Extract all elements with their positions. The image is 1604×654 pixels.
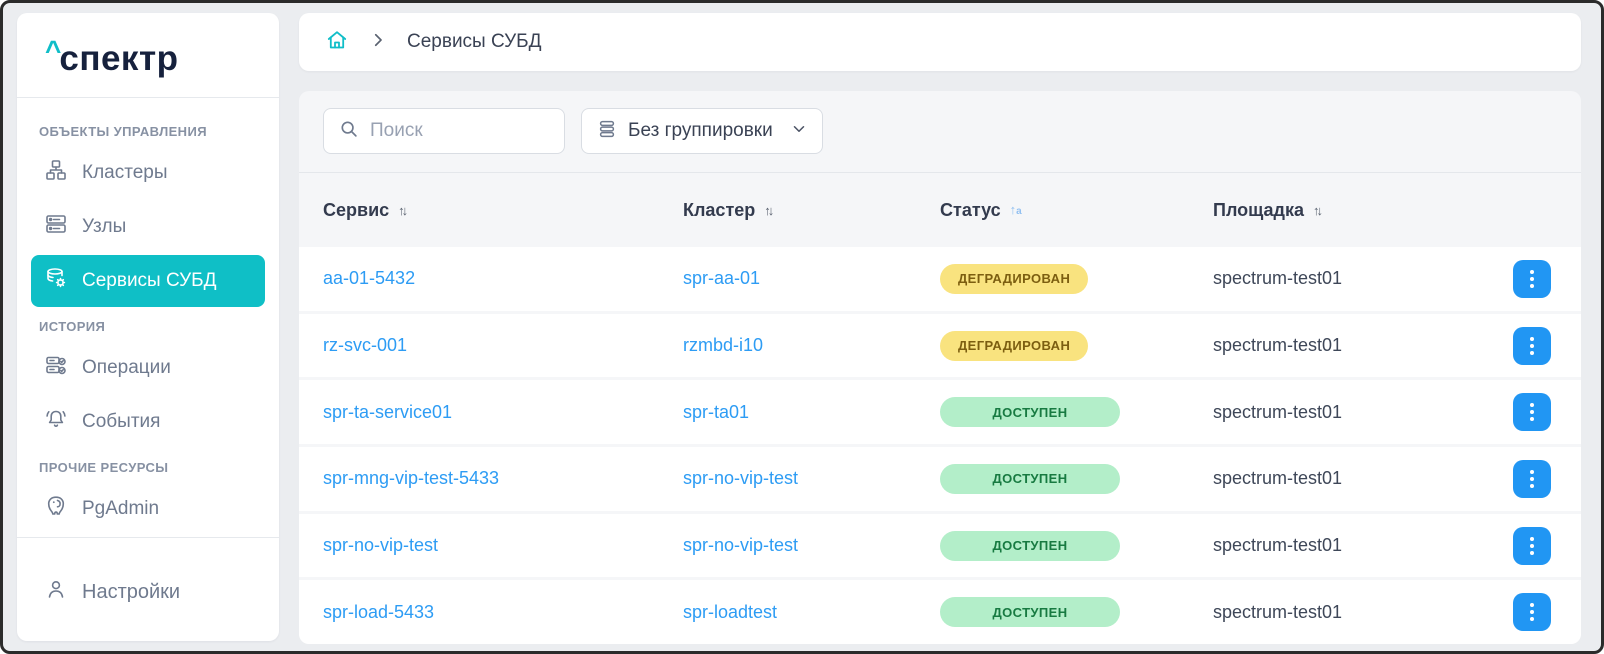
service-link[interactable]: spr-ta-service01 [323, 402, 683, 423]
operations-icon [44, 353, 68, 383]
sidebar-nav: ОБЪЕКТЫ УПРАВЛЕНИЯ Кластеры Узлы Сервисы… [17, 98, 279, 537]
cluster-link[interactable]: spr-no-vip-test [683, 468, 940, 489]
sort-asc-icon: ↑a [1009, 202, 1022, 217]
cluster-link[interactable]: rzmbd-i10 [683, 335, 940, 356]
site-value: spectrum-test01 [1213, 468, 1343, 489]
sidebar: ^спектр ОБЪЕКТЫ УПРАВЛЕНИЯ Кластеры Узлы… [17, 13, 279, 641]
app-logo: ^спектр [17, 13, 279, 98]
events-icon [44, 407, 68, 437]
row-actions-button[interactable] [1513, 393, 1551, 432]
cluster-link[interactable]: spr-aa-01 [683, 268, 940, 289]
site-value: spectrum-test01 [1213, 335, 1343, 355]
row-actions-button[interactable] [1513, 259, 1551, 298]
db-services-icon [44, 266, 68, 296]
column-header-service[interactable]: Сервис ↑↓ [323, 200, 683, 221]
sidebar-item-pgadmin[interactable]: PgAdmin [31, 483, 265, 535]
app-window: ^спектр ОБЪЕКТЫ УПРАВЛЕНИЯ Кластеры Узлы… [0, 0, 1604, 654]
kebab-icon [1530, 269, 1534, 274]
services-panel: Без группировки Сервис ↑↓ Кластер ↑↓ [299, 91, 1581, 644]
cluster-link[interactable]: spr-ta01 [683, 402, 940, 423]
sidebar-item-label: Сервисы СУБД [82, 270, 217, 291]
kebab-icon [1530, 536, 1534, 541]
search-icon [338, 118, 360, 145]
status-badge: ДОСТУПЕН [940, 530, 1120, 561]
kebab-icon [1530, 469, 1534, 474]
sidebar-item-label: Настройки [82, 580, 181, 603]
site-value: spectrum-test01 [1213, 535, 1343, 556]
status-badge: ДЕГРАДИРОВАН [940, 330, 1089, 361]
sidebar-item-events[interactable]: События [31, 396, 265, 448]
clusters-icon [44, 158, 68, 188]
grouping-dropdown[interactable]: Без группировки [581, 108, 823, 154]
breadcrumb: Сервисы СУБД [299, 13, 1581, 71]
row-actions-button[interactable] [1513, 526, 1551, 565]
table-body: aa-01-5432 spr-aa-01 ДЕГРАДИРОВАН spectr… [299, 247, 1581, 644]
status-badge: ДОСТУПЕН [940, 397, 1120, 428]
user-icon [44, 577, 68, 607]
sidebar-footer: Настройки [17, 537, 279, 650]
nodes-icon [44, 212, 68, 242]
chevron-right-icon [369, 31, 387, 54]
search-input[interactable] [370, 120, 550, 142]
service-link[interactable]: aa-01-5432 [323, 268, 683, 289]
row-actions-button[interactable] [1513, 326, 1551, 365]
column-header-site[interactable]: Площадка ↑↓ [1213, 200, 1511, 221]
service-link[interactable]: spr-mng-vip-test-5433 [323, 468, 683, 489]
table-row: spr-no-vip-test spr-no-vip-test ДОСТУПЕН… [299, 513, 1581, 578]
table-row: spr-load-5433 spr-loadtest ДОСТУПЕН spec… [299, 580, 1581, 644]
sidebar-item-label: Кластеры [82, 162, 168, 183]
sidebar-item-label: Операции [82, 357, 171, 378]
sidebar-item-nodes[interactable]: Узлы [31, 201, 265, 253]
kebab-icon [1530, 336, 1534, 341]
status-badge: ДОСТУПЕН [940, 463, 1120, 494]
nav-section-other-resources: ПРОЧИЕ РЕСУРСЫ [39, 460, 169, 475]
column-header-cluster[interactable]: Кластер ↑↓ [683, 200, 940, 221]
sidebar-item-label: События [82, 411, 161, 432]
cluster-link[interactable]: spr-no-vip-test [683, 535, 940, 556]
sidebar-item-db-services[interactable]: Сервисы СУБД [31, 255, 265, 307]
table-header: Сервис ↑↓ Кластер ↑↓ Статус ↑a Площадка … [299, 173, 1581, 247]
sidebar-item-label: Узлы [82, 216, 127, 237]
kebab-icon [1530, 603, 1534, 608]
cluster-link[interactable]: spr-loadtest [683, 602, 940, 623]
column-header-status[interactable]: Статус ↑a [940, 200, 1213, 221]
table-row: rz-svc-001 rzmbd-i10 ДЕГРАДИРОВАН spectr… [299, 313, 1581, 378]
grouping-icon [596, 118, 618, 145]
row-actions-button[interactable] [1513, 593, 1551, 632]
sidebar-item-settings[interactable]: Настройки [31, 566, 265, 618]
search-box [323, 108, 565, 154]
table-row: spr-mng-vip-test-5433 spr-no-vip-test ДО… [299, 447, 1581, 511]
nav-section-history: ИСТОРИЯ [39, 319, 106, 334]
sidebar-item-label: PgAdmin [82, 498, 160, 519]
sort-icon: ↑↓ [764, 202, 774, 218]
status-badge: ДОСТУПЕН [940, 597, 1120, 628]
service-link[interactable]: rz-svc-001 [323, 335, 683, 356]
pgadmin-icon [44, 494, 68, 524]
service-link[interactable]: spr-no-vip-test [323, 535, 683, 556]
home-icon[interactable] [325, 28, 349, 57]
kebab-icon [1530, 403, 1534, 408]
status-badge: ДЕГРАДИРОВАН [940, 263, 1089, 294]
table-row: aa-01-5432 spr-aa-01 ДЕГРАДИРОВАН spectr… [299, 247, 1581, 311]
sidebar-item-operations[interactable]: Операции [31, 342, 265, 394]
service-link[interactable]: spr-load-5433 [323, 602, 683, 623]
nav-section-objects: ОБЪЕКТЫ УПРАВЛЕНИЯ [39, 124, 207, 139]
sort-icon: ↑↓ [1313, 202, 1323, 218]
site-value: spectrum-test01 [1213, 268, 1343, 289]
main-content: Сервисы СУБД Поиск Без группировки Серви… [299, 13, 1581, 644]
table-row: spr-ta-service01 spr-ta01 ДОСТУПЕН spect… [299, 380, 1581, 445]
toolbar: Без группировки [299, 91, 1581, 173]
sort-icon: ↑↓ [398, 202, 408, 218]
chevron-down-icon [790, 120, 808, 143]
row-actions-button[interactable] [1513, 459, 1551, 498]
site-value: spectrum-test01 [1213, 401, 1343, 422]
breadcrumb-current-page: Сервисы СУБД [407, 31, 542, 52]
site-value: spectrum-test01 [1213, 601, 1343, 622]
brand-name: спектр [59, 39, 179, 78]
grouping-selected-value: Без группировки [628, 120, 773, 141]
logo-caret-icon: ^ [45, 35, 61, 66]
sidebar-item-clusters[interactable]: Кластеры [31, 147, 265, 199]
